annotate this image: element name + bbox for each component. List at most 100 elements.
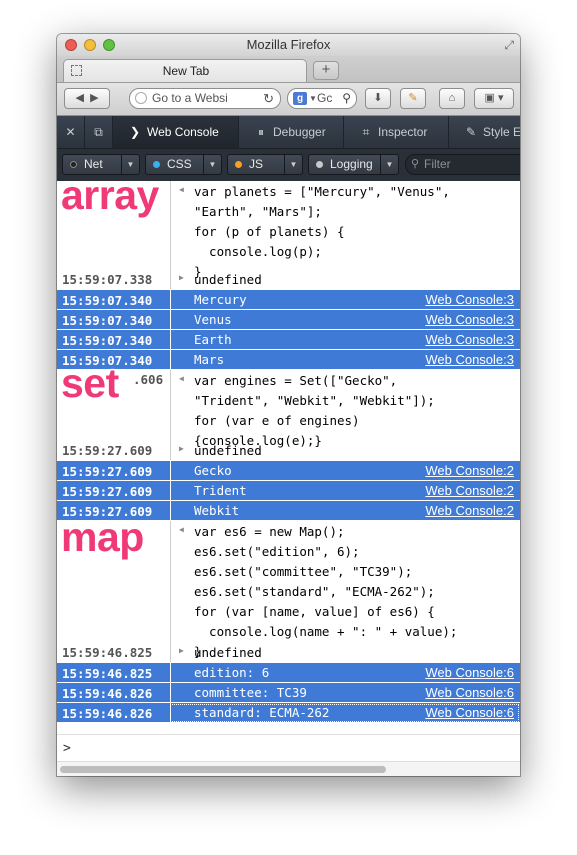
- back-forward-button[interactable]: ◀ ▶: [64, 88, 110, 109]
- scrollbar-thumb[interactable]: [60, 766, 386, 773]
- browser-window: Mozilla Firefox ⤢ New Tab + ◀ ▶ Go to a …: [57, 34, 520, 776]
- output-arrow-icon: ▶: [179, 273, 184, 282]
- tab-label: Debugger: [273, 125, 326, 139]
- back-arrow-icon[interactable]: ◀: [75, 92, 83, 104]
- input-code: var engines = Set(["Gecko", "Trident", "…: [194, 373, 435, 448]
- source-link[interactable]: Web Console:6: [425, 703, 514, 722]
- tab-web-console[interactable]: ❯ Web Console: [113, 116, 239, 148]
- log-text: Gecko: [194, 463, 232, 478]
- log-text: Mars: [194, 352, 225, 367]
- downloads-button[interactable]: ⬇: [365, 88, 391, 109]
- tab-new-tab[interactable]: New Tab: [63, 59, 307, 82]
- source-link[interactable]: Web Console:2: [425, 461, 514, 480]
- log-row[interactable]: 15:59:07.340 Mercury Web Console:3: [57, 290, 520, 310]
- filter-input[interactable]: ⚲ Filter: [405, 154, 520, 175]
- broom-icon: ✎: [408, 92, 418, 104]
- source-link[interactable]: Web Console:2: [425, 481, 514, 500]
- timestamp: 15:59:46.826: [57, 703, 171, 722]
- tab-label: Inspector: [378, 125, 428, 139]
- log-row[interactable]: 15:59:07.340 Earth Web Console:3: [57, 330, 520, 350]
- log-text: Venus: [194, 312, 232, 327]
- close-icon: ✕: [65, 125, 76, 139]
- input-arrow-icon: ◀: [179, 525, 184, 534]
- result-text: undefined: [194, 645, 262, 660]
- chevron-down-icon[interactable]: ▼: [284, 155, 302, 174]
- chevron-down-icon[interactable]: ▼: [309, 89, 317, 108]
- console-input-line[interactable]: >: [57, 734, 520, 762]
- style-editor-icon: ✎: [465, 125, 477, 139]
- timestamp-text: 15:59:46.825: [62, 645, 153, 660]
- log-row[interactable]: 15:59:46.825 edition: 6 Web Console:6: [57, 663, 520, 683]
- log-row[interactable]: 15:59:27.609 Gecko Web Console:2: [57, 461, 520, 481]
- filter-js-button[interactable]: JS ▼: [227, 154, 303, 175]
- filter-label: Net: [84, 157, 103, 171]
- chevron-down-icon[interactable]: ▼: [121, 155, 139, 174]
- chevron-down-icon[interactable]: ▼: [380, 155, 398, 174]
- source-link[interactable]: Web Console:3: [425, 330, 514, 349]
- home-button[interactable]: ⌂: [439, 88, 465, 109]
- search-bar[interactable]: g ▼ Gc ⚲: [287, 88, 357, 109]
- title-bar: Mozilla Firefox ⤢: [57, 34, 520, 56]
- timestamp: 15:59:46.825: [57, 663, 171, 682]
- console-output[interactable]: ◀ var planets = ["Mercury", "Venus", "Ea…: [57, 181, 520, 734]
- search-icon[interactable]: ⚲: [342, 89, 351, 108]
- timestamp: 15:59:27.609: [57, 440, 171, 460]
- source-link[interactable]: Web Console:3: [425, 350, 514, 369]
- close-devtools-button[interactable]: ✕: [57, 116, 85, 148]
- log-text: edition: 6: [194, 665, 270, 680]
- forward-arrow-icon[interactable]: ▶: [90, 92, 98, 104]
- url-bar[interactable]: Go to a Websi ↻: [129, 88, 281, 109]
- source-link[interactable]: Web Console:3: [425, 290, 514, 309]
- source-link[interactable]: Web Console:6: [425, 683, 514, 702]
- timestamp-text: 15:59:07.340: [62, 333, 153, 348]
- tab-label: New Tab: [162, 64, 210, 78]
- navigation-toolbar: ◀ ▶ Go to a Websi ↻ g ▼ Gc ⚲ ⬇ ✎ ⌂ ▣ ▾: [57, 83, 520, 116]
- filter-css-button[interactable]: CSS ▼: [145, 154, 222, 175]
- horizontal-scrollbar[interactable]: [57, 761, 520, 776]
- new-tab-button[interactable]: +: [313, 61, 339, 80]
- tab-groups-button[interactable]: ▣ ▾: [474, 88, 514, 109]
- tab-style-editor[interactable]: ✎ Style E: [449, 116, 520, 148]
- close-window-button[interactable]: [65, 39, 77, 51]
- google-icon[interactable]: g: [293, 92, 307, 105]
- source-link[interactable]: Web Console:6: [425, 663, 514, 682]
- tab-debugger[interactable]: ⏸ Debugger: [239, 116, 344, 148]
- timestamp-text: .606: [133, 372, 164, 387]
- sweep-button[interactable]: ✎: [400, 88, 426, 109]
- tab-label: Web Console: [147, 125, 219, 139]
- window-title: Mozilla Firefox: [246, 37, 331, 52]
- zoom-window-button[interactable]: [103, 39, 115, 51]
- search-input[interactable]: Gc: [317, 89, 332, 108]
- source-link[interactable]: Web Console:2: [425, 501, 514, 520]
- log-row[interactable]: 15:59:46.826 standard: ECMA-262 Web Cons…: [57, 703, 520, 723]
- logging-dot-icon: [316, 161, 323, 168]
- log-row[interactable]: 15:59:07.340 Mars Web Console:3: [57, 350, 520, 370]
- filter-net-button[interactable]: Net ▼: [62, 154, 140, 175]
- output-arrow-icon: ▶: [179, 646, 184, 655]
- annotation-set: set: [61, 360, 119, 406]
- log-row[interactable]: 15:59:46.826 committee: TC39 Web Console…: [57, 683, 520, 703]
- prompt-icon: >: [63, 741, 71, 756]
- result-text: undefined: [194, 443, 262, 458]
- fullscreen-icon[interactable]: ⤢: [504, 37, 514, 53]
- pause-icon: ⏸: [257, 125, 264, 139]
- reload-icon[interactable]: ↻: [263, 89, 274, 108]
- source-link[interactable]: Web Console:3: [425, 310, 514, 329]
- url-input[interactable]: Go to a Websi: [152, 89, 228, 108]
- log-row[interactable]: 15:59:07.340 Venus Web Console:3: [57, 310, 520, 330]
- console-input-entry[interactable]: .606 ◀ var engines = Set(["Gecko", "Trid…: [57, 370, 520, 450]
- tab-inspector[interactable]: ⌗ Inspector: [344, 116, 449, 148]
- globe-icon: [135, 92, 147, 104]
- console-result-entry[interactable]: 15:59:46.825 ▶ undefined: [57, 642, 520, 662]
- minimize-window-button[interactable]: [84, 39, 96, 51]
- log-row[interactable]: 15:59:27.609 Trident Web Console:2: [57, 481, 520, 501]
- chevron-down-icon[interactable]: ▼: [203, 155, 221, 174]
- timestamp: 15:59:46.826: [57, 683, 171, 702]
- filter-logging-button[interactable]: Logging ▼: [308, 154, 399, 175]
- dock-devtools-button[interactable]: ⧉: [85, 116, 113, 148]
- console-result-entry[interactable]: 15:59:27.609 ▶ undefined: [57, 440, 520, 460]
- timestamp-text: 15:59:46.825: [62, 666, 153, 681]
- input-arrow-icon: ◀: [179, 185, 184, 194]
- timestamp: 15:59:07.338: [57, 269, 171, 289]
- console-result-entry[interactable]: 15:59:07.338 ▶ undefined: [57, 269, 520, 289]
